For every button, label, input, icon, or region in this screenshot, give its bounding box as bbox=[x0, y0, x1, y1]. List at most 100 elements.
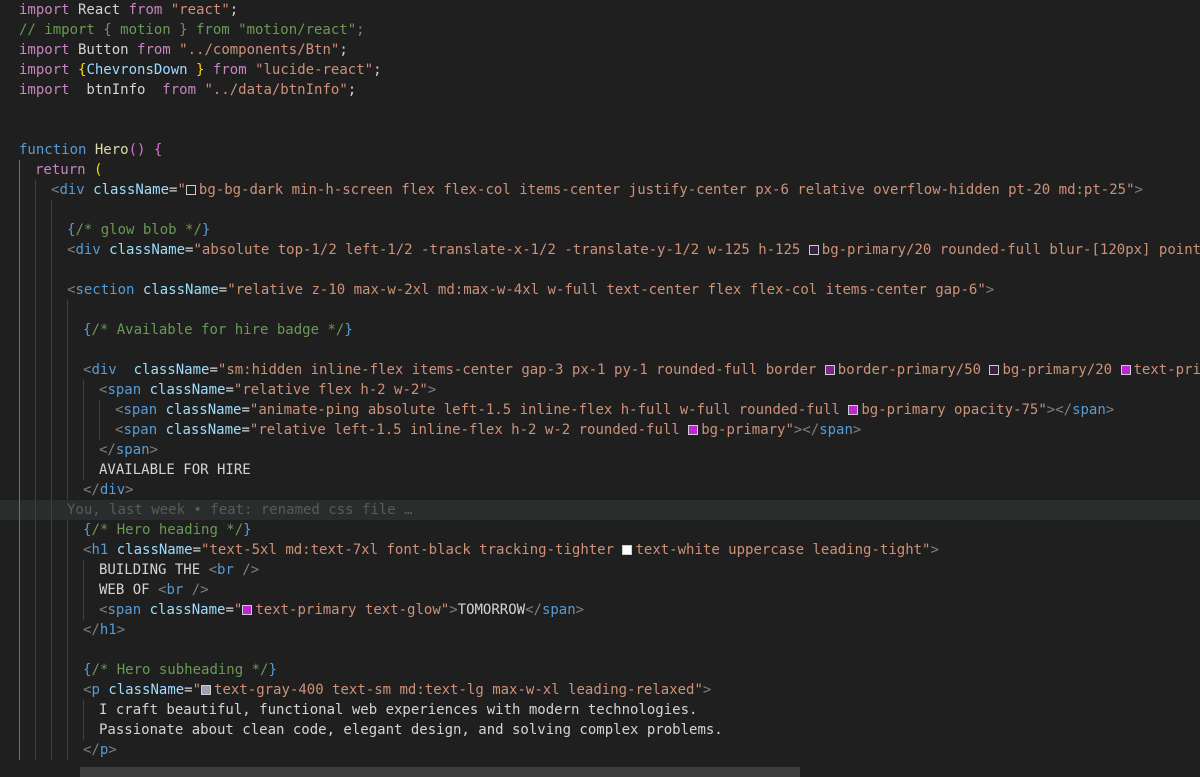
code-line-37[interactable]: Passionate about clean code, elegant des… bbox=[0, 720, 1200, 740]
code-line-35[interactable]: <p className=" text-gray-400 text-sm md:t… bbox=[0, 680, 1200, 700]
token: "relative z-10 max-w-2xl md:max-w-4xl w-… bbox=[227, 282, 986, 298]
color-swatch[interactable] bbox=[808, 245, 819, 255]
indent-guide bbox=[51, 400, 52, 420]
indent-guide bbox=[51, 340, 52, 360]
token: span bbox=[123, 422, 158, 438]
color-swatch[interactable] bbox=[622, 545, 633, 555]
token: "relative flex h-2 w-2" bbox=[233, 382, 428, 398]
color-swatch[interactable] bbox=[848, 405, 859, 415]
indent-guide bbox=[19, 740, 20, 760]
indent-guide bbox=[19, 520, 20, 540]
indent-guide bbox=[35, 720, 36, 740]
code-line-7[interactable] bbox=[0, 120, 1200, 140]
code-line-25[interactable]: </div> bbox=[0, 480, 1200, 500]
token: "sm:hidden inline-flex items-center gap-… bbox=[217, 362, 825, 378]
code-line-16[interactable] bbox=[0, 300, 1200, 320]
indent-guide bbox=[51, 700, 52, 720]
indent-guide bbox=[67, 300, 68, 320]
token: "react" bbox=[170, 2, 230, 18]
token: = bbox=[241, 402, 250, 418]
token: /> bbox=[183, 582, 209, 598]
indent-guide bbox=[83, 440, 84, 460]
code-line-22[interactable]: <span className="relative left-1.5 inlin… bbox=[0, 420, 1200, 440]
code-line-15[interactable]: <section className="relative z-10 max-w-… bbox=[0, 280, 1200, 300]
indent-guide bbox=[51, 220, 52, 240]
color-swatch[interactable] bbox=[201, 685, 212, 695]
indent-guide bbox=[19, 400, 20, 420]
code-line-5[interactable]: import btnInfo from "../data/btnInfo"; bbox=[0, 80, 1200, 100]
code-line-10[interactable]: <div className=" bg-bg-dark min-h-screen … bbox=[0, 180, 1200, 200]
indent-guide bbox=[35, 260, 36, 280]
code-editor[interactable]: import React from "react"; // import { m… bbox=[0, 0, 1200, 777]
token: "animate-ping absolute left-1.5 inline-f… bbox=[249, 402, 849, 418]
code-line-2[interactable]: // import { motion } from "motion/react"… bbox=[0, 20, 1200, 40]
code-line-3[interactable]: import Button from "../components/Btn"; bbox=[0, 40, 1200, 60]
code-line-32[interactable]: </h1> bbox=[0, 620, 1200, 640]
code-line-12[interactable]: {/* glow blob */} bbox=[0, 220, 1200, 240]
token: > bbox=[702, 682, 712, 698]
color-swatch[interactable] bbox=[185, 185, 196, 195]
color-swatch[interactable] bbox=[1120, 365, 1131, 375]
indent-guide bbox=[51, 620, 52, 640]
token: from bbox=[128, 2, 163, 18]
token: import bbox=[19, 42, 70, 58]
token: > bbox=[427, 382, 437, 398]
code-line-20[interactable]: <span className="relative flex h-2 w-2"> bbox=[0, 380, 1200, 400]
code-lines: import React from "react"; // import { m… bbox=[0, 0, 1200, 760]
indent-guide bbox=[19, 500, 20, 520]
code-line-28[interactable]: <h1 className="text-5xl md:text-7xl font… bbox=[0, 540, 1200, 560]
code-line-9[interactable]: return ( bbox=[0, 160, 1200, 180]
code-line-38[interactable]: </p> bbox=[0, 740, 1200, 760]
code-line-33[interactable] bbox=[0, 640, 1200, 660]
token: div bbox=[59, 182, 85, 198]
indent-guide bbox=[35, 580, 36, 600]
code-line-13[interactable]: <div className="absolute top-1/2 left-1/… bbox=[0, 240, 1200, 260]
code-line-29[interactable]: BUILDING THE <br /> bbox=[0, 560, 1200, 580]
code-line-18[interactable] bbox=[0, 340, 1200, 360]
color-swatch[interactable] bbox=[824, 365, 835, 375]
indent-guide bbox=[19, 340, 20, 360]
indent-guide bbox=[51, 500, 52, 520]
color-swatch[interactable] bbox=[989, 365, 1000, 375]
token: </ bbox=[83, 482, 100, 498]
code-line-14[interactable] bbox=[0, 260, 1200, 280]
horizontal-scrollbar[interactable] bbox=[20, 767, 1200, 777]
code-line-36[interactable]: I craft beautiful, functional web experi… bbox=[0, 700, 1200, 720]
color-swatch[interactable] bbox=[242, 605, 253, 615]
scrollbar-thumb[interactable] bbox=[80, 767, 800, 777]
indent-guide bbox=[83, 420, 84, 440]
code-line-24[interactable]: AVAILABLE FOR HIRE bbox=[0, 460, 1200, 480]
code-line-23[interactable]: </span> bbox=[0, 440, 1200, 460]
code-line-17[interactable]: {/* Available for hire badge */} bbox=[0, 320, 1200, 340]
code-line-1[interactable]: import React from "react"; bbox=[0, 0, 1200, 20]
code-line-11[interactable] bbox=[0, 200, 1200, 220]
token: } bbox=[187, 62, 205, 78]
indent-guide bbox=[67, 440, 68, 460]
code-line-19[interactable]: <div className="sm:hidden inline-flex it… bbox=[0, 360, 1200, 380]
token: text-gray-400 text-sm md:text-lg max-w-x… bbox=[214, 682, 703, 698]
code-line-6[interactable] bbox=[0, 100, 1200, 120]
color-swatch[interactable] bbox=[688, 425, 699, 435]
indent-guide bbox=[83, 580, 84, 600]
code-line-4[interactable]: import {ChevronsDown } from "lucide-reac… bbox=[0, 60, 1200, 80]
code-line-30[interactable]: WEB OF <br /> bbox=[0, 580, 1200, 600]
code-line-8[interactable]: function Hero() { bbox=[0, 140, 1200, 160]
code-line-31[interactable]: <span className=" text-primary text-glow"… bbox=[0, 600, 1200, 620]
code-line-34[interactable]: {/* Hero subheading */} bbox=[0, 660, 1200, 680]
code-line-27[interactable]: {/* Hero heading */} bbox=[0, 520, 1200, 540]
code-line-21[interactable]: <span className="animate-ping absolute l… bbox=[0, 400, 1200, 420]
jsx-text: WEB OF bbox=[99, 582, 159, 598]
code-line-26-current[interactable]: You, last week • feat: renamed css file … bbox=[0, 500, 1200, 520]
indent-guide bbox=[35, 620, 36, 640]
token: ></ bbox=[793, 422, 820, 438]
indent-guide bbox=[83, 700, 84, 720]
